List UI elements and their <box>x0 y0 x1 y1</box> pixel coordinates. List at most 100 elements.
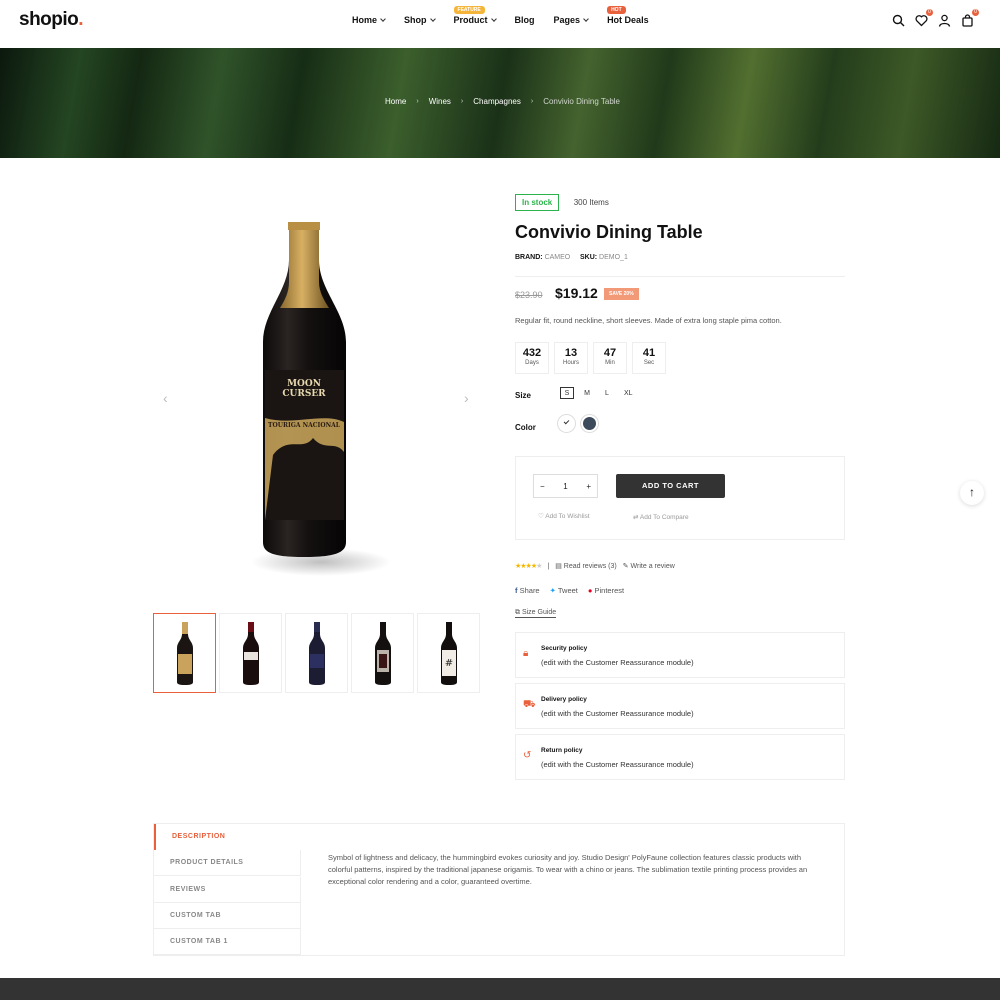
share-twitter-link[interactable]: ✦ Tweet <box>550 586 578 595</box>
color-options <box>558 415 598 432</box>
old-price: $23.90 <box>515 290 543 300</box>
countdown-days: 432 Days <box>515 342 549 374</box>
countdown-hours: 13 Hours <box>554 342 588 374</box>
page-banner: Home › Wines › Champagnes › Convivio Din… <box>0 48 1000 158</box>
twitter-icon: ✦ <box>549 586 556 595</box>
color-swatch-white[interactable] <box>558 415 575 432</box>
separator: | <box>547 562 550 570</box>
product-meta: BRAND: CAMEO SKU: DEMO_1 <box>515 254 628 261</box>
add-to-cart-button[interactable]: ADD TO CART <box>616 474 725 498</box>
hot-badge: HOT <box>607 6 626 14</box>
breadcrumb-champagnes[interactable]: Champagnes <box>473 97 521 106</box>
breadcrumb-home[interactable]: Home <box>385 97 406 106</box>
reviews-row: ★★★★★ | ▤ Read reviews (3) ✎ Write a rev… <box>515 562 675 571</box>
quantity-stepper: − 1 + <box>533 474 598 498</box>
user-icon[interactable] <box>938 14 951 27</box>
svg-text:MOON: MOON <box>287 379 321 389</box>
share-pinterest-link[interactable]: ● Pinterest <box>588 586 624 595</box>
policy-title: Security policy <box>541 645 588 652</box>
return-icon: ↺ <box>523 750 532 761</box>
size-option-s[interactable]: S <box>560 387 574 399</box>
policy-subtitle: (edit with the Customer Reassurance modu… <box>541 709 694 718</box>
thumbnail[interactable]: # <box>417 613 480 693</box>
thumbnail[interactable] <box>285 613 348 693</box>
feature-badge: FEATURE <box>453 6 485 14</box>
tab-description[interactable]: DESCRIPTION <box>154 824 301 850</box>
color-label: Color <box>515 423 536 432</box>
qty-increase-button[interactable]: + <box>586 482 591 491</box>
heart-icon: ♡ <box>538 513 544 520</box>
product-title: Convivio Dining Table <box>515 222 703 242</box>
nav-home[interactable]: Home <box>352 15 386 25</box>
nav-blog[interactable]: Blog <box>515 15 535 25</box>
size-guide-link[interactable]: ⧉ Size Guide <box>515 609 557 618</box>
add-to-compare-link[interactable]: ⇄ Add To Compare <box>633 513 689 521</box>
nav-product[interactable]: FEATURE Product <box>453 6 497 25</box>
size-option-m[interactable]: M <box>580 387 594 399</box>
items-count: 300 Items <box>573 198 609 207</box>
tab-product-details[interactable]: PRODUCT DETAILS <box>154 850 301 876</box>
comment-icon: ▤ <box>555 563 562 570</box>
ruler-icon: ⧉ <box>515 609 520 616</box>
sku-label: SKU: <box>579 254 598 261</box>
product-tabs: DESCRIPTION PRODUCT DETAILS REVIEWS CUST… <box>153 823 845 956</box>
size-label: Size <box>515 391 532 400</box>
brand-label: BRAND: <box>515 254 543 261</box>
next-image-arrow[interactable]: › <box>464 390 469 406</box>
brand-value[interactable]: CAMEO <box>545 254 571 261</box>
tab-reviews[interactable]: REVIEWS <box>154 877 301 903</box>
breadcrumb-current: Convivio Dining Table <box>543 97 620 106</box>
share-facebook-link[interactable]: f Share <box>515 586 540 595</box>
pinterest-icon: ● <box>587 586 593 595</box>
add-to-cart-panel: − 1 + ADD TO CART ♡ Add To Wishlist ⇄ Ad… <box>515 456 845 540</box>
product-main-image[interactable]: MOON CURSER TOURIGA NACIONAL ‹ › <box>153 190 483 600</box>
sku-value: DEMO_1 <box>599 254 628 261</box>
divider <box>515 276 845 277</box>
thumbnail[interactable] <box>153 613 216 693</box>
nav-pages[interactable]: Pages <box>554 15 589 25</box>
share-row: f Share ✦ Tweet ● Pinterest <box>515 586 624 595</box>
heart-icon[interactable]: 0 <box>915 9 933 27</box>
rating-stars: ★★★★★ <box>515 563 542 570</box>
current-price: $19.12 <box>555 285 598 301</box>
size-options: S M L XL <box>560 387 637 399</box>
policy-title: Return policy <box>541 747 583 754</box>
cart-count: 0 <box>972 9 979 16</box>
cart-icon[interactable]: 0 <box>961 9 979 27</box>
tab-custom-tab-1[interactable]: CUSTOM TAB 1 <box>154 929 301 955</box>
breadcrumb: Home › Wines › Champagnes › Convivio Din… <box>385 97 620 106</box>
security-policy-block: 🔒︎ Security policy (edit with the Custom… <box>515 632 845 678</box>
product-info: In stock 300 Items Convivio Dining Table… <box>515 192 845 780</box>
wine-bottle-image: MOON CURSER TOURIGA NACIONAL <box>251 222 391 576</box>
nav-hot-deals[interactable]: HOT Hot Deals <box>607 6 649 25</box>
logo[interactable]: shopio. <box>19 9 84 31</box>
add-to-wishlist-link[interactable]: ♡ Add To Wishlist <box>538 512 590 520</box>
prev-image-arrow[interactable]: ‹ <box>163 390 168 406</box>
facebook-icon: f <box>515 586 518 595</box>
qty-decrease-button[interactable]: − <box>540 482 545 491</box>
footer <box>0 978 1000 1000</box>
policy-title: Delivery policy <box>541 696 587 703</box>
nav-shop[interactable]: Shop <box>404 15 436 25</box>
pencil-icon: ✎ <box>622 563 629 570</box>
thumbnail[interactable] <box>351 613 414 693</box>
thumbnail-strip: # <box>153 613 480 693</box>
svg-text:TOURIGA NACIONAL: TOURIGA NACIONAL <box>268 422 341 429</box>
color-swatch-slate[interactable] <box>581 415 598 432</box>
countdown-timer: 432 Days 13 Hours 47 Min 41 Sec <box>515 342 666 374</box>
size-option-l[interactable]: L <box>600 387 614 399</box>
save-badge: SAVE 20% <box>604 288 639 300</box>
short-description: Regular fit, round neckline, short sleev… <box>515 316 782 325</box>
search-icon[interactable] <box>892 14 905 27</box>
scroll-to-top-button[interactable]: ↑ <box>960 481 984 505</box>
tab-custom-tab[interactable]: CUSTOM TAB <box>154 903 301 929</box>
countdown-minutes: 47 Min <box>593 342 627 374</box>
size-option-xl[interactable]: XL <box>620 387 637 399</box>
compare-icon: ⇄ <box>633 514 639 521</box>
thumbnail[interactable] <box>219 613 282 693</box>
write-review-link[interactable]: ✎ Write a review <box>623 562 675 570</box>
main-nav: Home Shop FEATURE Product Blog Pages HOT… <box>352 6 668 25</box>
breadcrumb-wines[interactable]: Wines <box>429 97 451 106</box>
qty-value[interactable]: 1 <box>563 482 567 491</box>
read-reviews-link[interactable]: ▤ Read reviews (3) <box>555 562 617 570</box>
